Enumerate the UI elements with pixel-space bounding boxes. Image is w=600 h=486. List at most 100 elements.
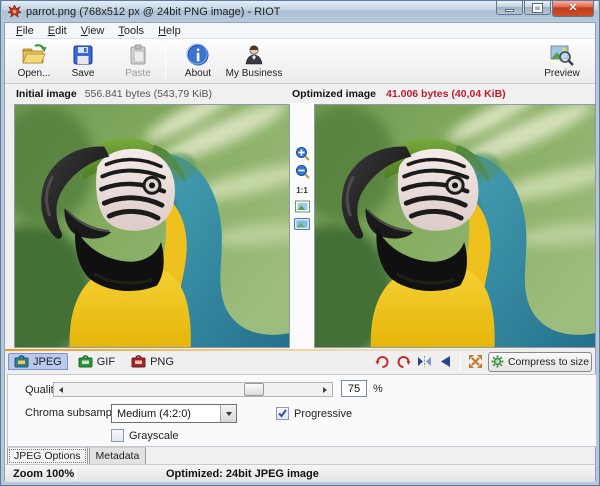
initial-image-label: Initial image: [16, 88, 77, 100]
actual-size-button[interactable]: 1:1: [293, 182, 311, 198]
chevron-down-icon: [226, 412, 232, 416]
zoom-out-icon: [295, 164, 310, 179]
chroma-dropdown[interactable]: Medium (4:2:0): [111, 404, 237, 423]
chroma-selected-value: Medium (4:2:0): [112, 408, 220, 420]
flip-horizontal-button[interactable]: [416, 353, 433, 370]
initial-image-size: 556.841 bytes (543,79 KiB): [85, 88, 212, 100]
zoom-out-button[interactable]: [293, 163, 311, 179]
maximize-button[interactable]: [524, 1, 551, 15]
gear-icon: [491, 355, 504, 368]
zoom-in-icon: [295, 146, 310, 161]
open-folder-icon: [21, 42, 47, 68]
tab-metadata[interactable]: Metadata: [89, 447, 147, 465]
fit-window-button[interactable]: [293, 216, 311, 232]
menu-view[interactable]: View: [74, 24, 112, 38]
my-business-button[interactable]: My Business: [223, 42, 285, 81]
about-info-icon: [186, 42, 210, 68]
grayscale-checkbox[interactable]: [111, 429, 124, 442]
png-toolbox-icon: [131, 355, 146, 368]
rotate-left-button[interactable]: [374, 353, 391, 370]
grayscale-label: Grayscale: [129, 430, 179, 442]
window-frame: parrot.png (768x512 px @ 24bit PNG image…: [0, 0, 600, 486]
flip-vertical-icon: [438, 355, 453, 368]
close-button[interactable]: ✕: [552, 1, 594, 17]
quality-unit-label: %: [373, 383, 383, 395]
optimized-image-info: Optimized image 41.006 bytes (40,04 KiB): [292, 88, 506, 100]
jpeg-options-panel: Quality % Chroma subsampling Medium (4:2…: [7, 374, 597, 447]
gif-toolbox-icon: [78, 355, 93, 368]
progressive-checkbox-row[interactable]: Progressive: [276, 407, 352, 420]
title-bar[interactable]: parrot.png (768x512 px @ 24bit PNG image…: [2, 1, 598, 22]
format-tabs: JPEG GIF: [8, 353, 180, 370]
optimized-image-label: Optimized image: [292, 88, 376, 100]
menu-tools[interactable]: Tools: [111, 24, 151, 38]
zoom-in-button[interactable]: [293, 145, 311, 161]
transform-tools: Compress to size: [374, 351, 592, 372]
about-button[interactable]: About: [177, 42, 219, 81]
optimized-parrot-image: [315, 105, 595, 347]
optimized-image-size: 41.006 bytes (40,04 KiB): [386, 88, 506, 100]
menu-file[interactable]: File: [9, 24, 41, 38]
rotate-left-icon: [375, 354, 390, 369]
slider-thumb[interactable]: [244, 383, 264, 396]
compress-to-size-button[interactable]: Compress to size: [488, 352, 592, 372]
image-size-row: Initial image556.841 bytes (543,79 KiB) …: [5, 84, 595, 103]
progressive-checkbox[interactable]: [276, 407, 289, 420]
close-icon: ✕: [568, 3, 577, 14]
dropdown-arrow-button[interactable]: [220, 405, 236, 422]
riot-application-window: parrot.png (768x512 px @ 24bit PNG image…: [0, 0, 600, 486]
initial-image-panel[interactable]: [14, 104, 290, 348]
format-toolbar: JPEG GIF: [5, 349, 595, 374]
tab-gif[interactable]: GIF: [72, 353, 121, 370]
riot-app-icon: [8, 5, 21, 18]
fit-window-icon: [294, 218, 310, 231]
fit-image-button[interactable]: [293, 198, 311, 214]
maximize-icon: [533, 4, 542, 12]
status-separator: [75, 467, 76, 481]
resize-button[interactable]: [467, 353, 484, 370]
menu-bar: File Edit View Tools Help: [5, 23, 595, 39]
preview-magnifier-icon: [549, 42, 575, 68]
tab-png[interactable]: PNG: [125, 353, 180, 370]
slider-left-arrow[interactable]: [54, 383, 68, 396]
status-bar: Zoom 100% Optimized: 24bit JPEG image: [5, 464, 595, 482]
minimize-icon: [505, 9, 514, 12]
tab-jpeg-options[interactable]: JPEG Options: [7, 447, 88, 465]
slider-right-arrow[interactable]: [318, 383, 332, 396]
one-to-one-label: 1:1: [296, 186, 308, 195]
save-button[interactable]: Save: [62, 42, 104, 81]
quality-slider[interactable]: [53, 382, 333, 397]
status-zoom-level: Zoom 100%: [5, 468, 75, 480]
checkmark-icon: [277, 408, 288, 419]
status-message: Optimized: 24bit JPEG image: [166, 468, 319, 480]
toolbar-separator: [165, 44, 166, 78]
grayscale-checkbox-row[interactable]: Grayscale: [111, 429, 179, 442]
preview-button[interactable]: Preview: [537, 42, 587, 81]
quality-value-input[interactable]: [341, 380, 367, 397]
paste-button: Paste: [117, 42, 159, 81]
tab-jpeg[interactable]: JPEG: [8, 353, 68, 370]
rotate-right-icon: [396, 354, 411, 369]
zoom-controls: 1:1: [293, 103, 311, 349]
window-title: parrot.png (768x512 px @ 24bit PNG image…: [26, 6, 281, 18]
fit-image-icon: [295, 200, 310, 213]
rotate-right-button[interactable]: [395, 353, 412, 370]
window-controls: ✕: [496, 1, 594, 17]
main-toolbar: Open... Save: [5, 39, 595, 84]
client-area: File Edit View Tools Help: [4, 22, 596, 481]
image-compare-area: 1:1: [5, 103, 595, 349]
minimize-button[interactable]: [496, 1, 523, 15]
menu-edit[interactable]: Edit: [41, 24, 74, 38]
initial-image-info: Initial image 556.841 bytes (543,79 KiB): [16, 88, 212, 100]
menu-help[interactable]: Help: [151, 24, 188, 38]
person-icon: [242, 42, 266, 68]
tools-separator: [460, 354, 461, 370]
open-button[interactable]: Open...: [10, 42, 58, 81]
optimized-image-panel[interactable]: [314, 104, 596, 348]
options-tab-strip: JPEG Options Metadata: [5, 447, 595, 464]
initial-parrot-image: [15, 105, 289, 347]
jpeg-toolbox-icon: [14, 355, 29, 368]
flip-horizontal-icon: [417, 355, 432, 368]
flip-vertical-button[interactable]: [437, 353, 454, 370]
paste-clipboard-icon: [126, 42, 150, 68]
